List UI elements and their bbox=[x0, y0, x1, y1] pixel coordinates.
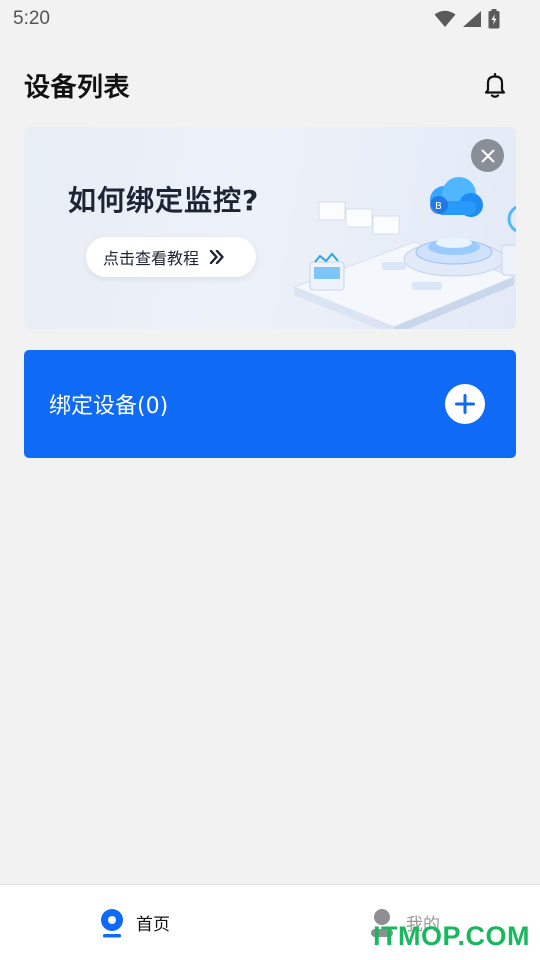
monitoring-illustration: B bbox=[292, 177, 516, 329]
notification-button[interactable] bbox=[478, 68, 512, 102]
status-icons bbox=[434, 9, 500, 29]
nav-tab-home[interactable]: 首页 bbox=[0, 885, 270, 960]
add-device-button[interactable] bbox=[445, 384, 485, 424]
tutorial-banner[interactable]: B 如何绑定监控? 点击查看教程 bbox=[24, 127, 516, 329]
wifi-icon bbox=[434, 10, 456, 27]
view-tutorial-label: 点击查看教程 bbox=[103, 249, 200, 268]
home-dot-icon bbox=[101, 908, 123, 937]
banner-title: 如何绑定监控? bbox=[68, 184, 260, 217]
bell-icon bbox=[484, 72, 506, 98]
status-bar: 5:20 bbox=[0, 0, 540, 38]
plus-icon bbox=[455, 394, 475, 414]
page-title: 设备列表 bbox=[24, 72, 131, 103]
view-tutorial-button[interactable]: 点击查看教程 bbox=[86, 237, 256, 277]
signal-icon bbox=[463, 11, 481, 27]
banner-close-button[interactable] bbox=[471, 139, 504, 172]
svg-text:B: B bbox=[435, 201, 442, 212]
bind-device-label: 绑定设备(0) bbox=[49, 394, 169, 419]
double-chevron-right-icon bbox=[209, 250, 225, 264]
close-icon bbox=[481, 149, 494, 162]
battery-charging-icon bbox=[488, 9, 500, 29]
watermark: ITMOP.COM bbox=[372, 921, 530, 951]
header: 设备列表 bbox=[24, 62, 516, 108]
bind-device-card[interactable]: 绑定设备(0) bbox=[24, 350, 516, 458]
status-time: 5:20 bbox=[13, 8, 50, 29]
nav-tab-home-label: 首页 bbox=[136, 915, 170, 935]
